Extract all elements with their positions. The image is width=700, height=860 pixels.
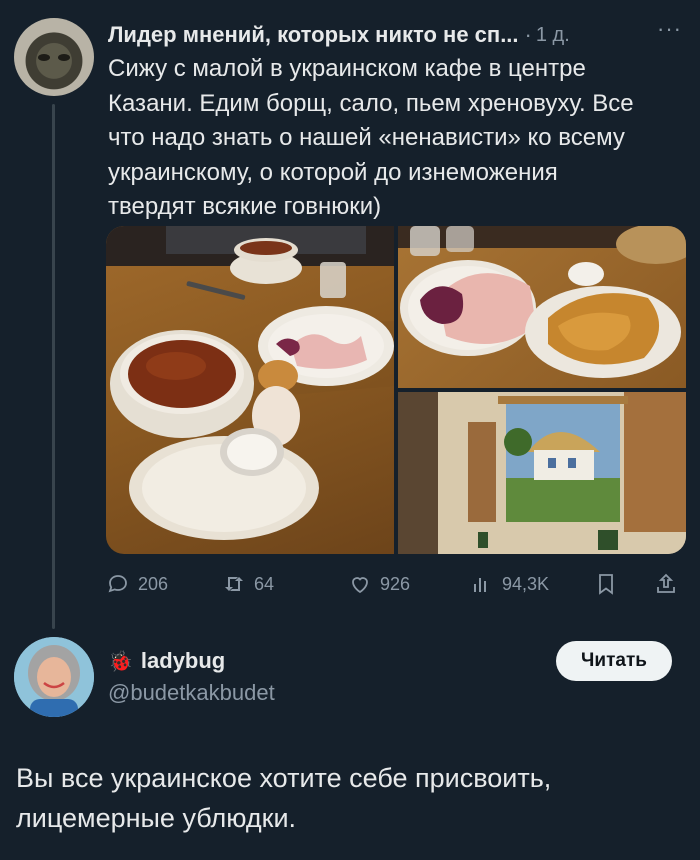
- reply-count: 206: [138, 573, 169, 594]
- reply-author-avatar[interactable]: [14, 637, 94, 717]
- photo-borscht[interactable]: [106, 226, 394, 554]
- tweet-text: Сижу с малой в украинском кафе в центре …: [108, 52, 668, 225]
- heart-icon: [352, 577, 368, 594]
- reply-author-name-row[interactable]: 🐞 ladybug: [108, 648, 225, 674]
- views-action[interactable]: 94,3K: [470, 572, 549, 596]
- tweet-text-line: Сижу с малой в украинском кафе в центре: [108, 55, 586, 82]
- tweet-text-line: что надо знать о нашей «ненависти» ко вс…: [108, 124, 625, 151]
- avatar-eye-right: [58, 54, 70, 61]
- retweet-action[interactable]: 64: [222, 572, 274, 596]
- author-avatar[interactable]: [14, 18, 94, 96]
- photo-cafe-interior[interactable]: [398, 392, 686, 554]
- like-count: 926: [380, 573, 411, 594]
- views-chart-icon: [474, 578, 486, 592]
- retweet-count: 64: [254, 573, 275, 594]
- reply-author-handle[interactable]: @budetkakbudet: [108, 680, 275, 706]
- view-count: 94,3K: [502, 573, 550, 594]
- reply-text-line: Вы все украинское хотите себе присвоить,: [16, 763, 552, 793]
- bookmark-icon: [599, 574, 613, 595]
- avatar-eye-left: [38, 54, 50, 61]
- tweet-text-line: Казани. Едим борщ, сало, пьем хреновуху.…: [108, 89, 634, 117]
- thread-connector-line: [52, 104, 55, 629]
- photo-salo-draniki[interactable]: [398, 226, 686, 388]
- interior-photo-illustration: [398, 392, 686, 554]
- salo-photo-illustration: [398, 226, 686, 378]
- tweet-time[interactable]: 1 д.: [536, 24, 570, 47]
- tweet-actions: 206 64 926 94,3K: [106, 566, 686, 602]
- like-action[interactable]: 926: [348, 572, 410, 596]
- retweet-icon: [225, 577, 243, 591]
- borscht-photo-illustration: [106, 226, 394, 540]
- more-options-icon[interactable]: ···: [657, 16, 682, 42]
- share-action[interactable]: [654, 572, 678, 596]
- share-icon: [657, 573, 675, 593]
- reply-text-line: лицемерные ублюдки.: [16, 803, 297, 833]
- reply-action[interactable]: 206: [106, 572, 168, 596]
- reply-icon: [108, 575, 127, 593]
- reply-avatar-illustration: [14, 637, 94, 717]
- reply-author-name[interactable]: ladybug: [141, 648, 225, 674]
- tweet-text-line: украинскому, о которой до изнеможения: [108, 158, 558, 186]
- ladybug-emoji-icon: 🐞: [108, 650, 133, 673]
- tweet-text-line: твердят всякие говнюки): [108, 193, 382, 220]
- bookmark-action[interactable]: [594, 572, 618, 596]
- reply-text: Вы все украинское хотите себе присвоить,…: [16, 758, 676, 838]
- tweet-header: Лидер мнений, которых никто не сп... · 1…: [108, 16, 688, 50]
- follow-button[interactable]: Читать: [556, 641, 672, 681]
- header-separator: ·: [524, 22, 532, 47]
- tweet-media-grid: [106, 226, 686, 554]
- author-name[interactable]: Лидер мнений, которых никто не сп...: [108, 22, 519, 48]
